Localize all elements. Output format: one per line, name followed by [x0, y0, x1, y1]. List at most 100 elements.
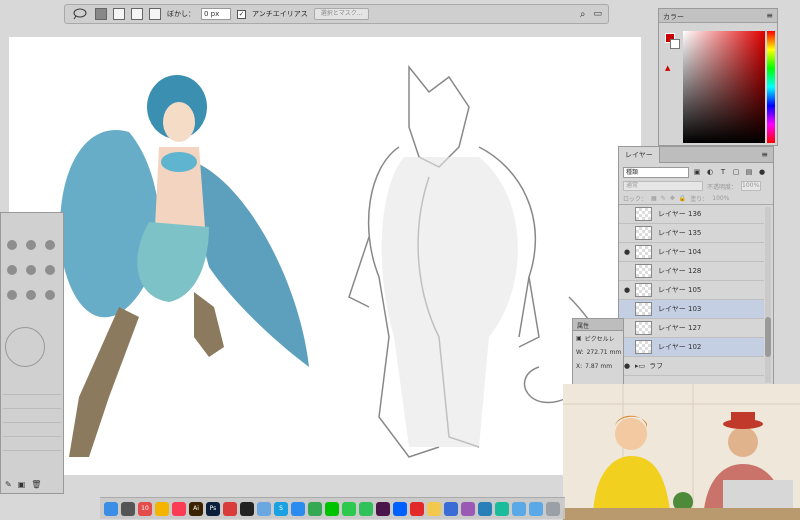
- visibility-icon[interactable]: [619, 205, 635, 224]
- blend-mode-select[interactable]: 通常: [623, 181, 703, 191]
- layer-name: ラフ: [649, 362, 664, 370]
- lock-all-icon[interactable]: 🔒: [679, 195, 686, 202]
- notes-icon[interactable]: [427, 501, 441, 516]
- vpn-icon[interactable]: [444, 501, 458, 516]
- add-selection-icon[interactable]: [113, 8, 125, 20]
- filter-toggle-icon[interactable]: ●: [757, 168, 767, 176]
- facetime-icon[interactable]: [359, 501, 373, 516]
- visibility-icon[interactable]: [619, 300, 635, 319]
- hue-slider[interactable]: [767, 31, 775, 143]
- color-panel: カラー ≡ ▲: [658, 8, 778, 146]
- folder2-icon[interactable]: [529, 501, 543, 516]
- slack-icon[interactable]: [376, 501, 390, 516]
- photoshop-icon[interactable]: Ps: [206, 501, 220, 516]
- dropbox-icon[interactable]: [393, 501, 407, 516]
- delete-brush-icon[interactable]: 🗑: [31, 480, 41, 489]
- color-panel-title: カラー: [663, 13, 684, 21]
- photos-icon[interactable]: [155, 501, 169, 516]
- webcam-overlay: [563, 384, 800, 520]
- layer-row[interactable]: レイヤー 136: [619, 205, 764, 224]
- layer-list: レイヤー 136 レイヤー 135 ● レイヤー 104 レイヤー 128 ● …: [619, 205, 764, 376]
- antialias-checkbox[interactable]: ✓: [237, 9, 246, 19]
- lasso-tool-icon[interactable]: [71, 7, 89, 21]
- workspace-icon[interactable]: ▭: [593, 9, 602, 19]
- trash-icon[interactable]: [546, 501, 560, 516]
- fill-input[interactable]: 100%: [712, 195, 729, 202]
- layer-filter-select[interactable]: 種類: [623, 166, 689, 178]
- chrome-icon[interactable]: [308, 501, 322, 516]
- search-icon[interactable]: ⌕: [580, 9, 586, 20]
- filter-shape-icon[interactable]: ▢: [731, 168, 741, 176]
- color-picker-field[interactable]: [683, 31, 765, 143]
- illustrator-icon[interactable]: Ai: [189, 501, 203, 516]
- lock-position-icon[interactable]: ✥: [670, 195, 675, 202]
- x-input[interactable]: 7.87 mm: [585, 363, 612, 370]
- layer-row[interactable]: ● レイヤー 105: [619, 281, 764, 300]
- filter-adjust-icon[interactable]: ◐: [705, 168, 715, 176]
- messages-icon[interactable]: [342, 501, 356, 516]
- background-color-swatch[interactable]: [670, 39, 680, 49]
- feather-input[interactable]: 0 px: [201, 8, 231, 20]
- visibility-icon[interactable]: [619, 224, 635, 243]
- brush-preset-grid[interactable]: [5, 235, 57, 305]
- properties-title: 属性: [577, 323, 590, 330]
- visibility-icon[interactable]: [619, 262, 635, 281]
- music-icon[interactable]: [172, 501, 186, 516]
- panel-menu-icon[interactable]: ≡: [766, 11, 773, 20]
- launchpad-icon[interactable]: [121, 501, 135, 516]
- antialias-label: アンチエイリアス: [252, 10, 308, 18]
- lock-transparent-icon[interactable]: ▦: [651, 195, 657, 202]
- layer-name: レイヤー 104: [658, 248, 702, 256]
- layer-thumbnail: [635, 321, 652, 335]
- filter-smart-icon[interactable]: ▤: [744, 168, 754, 176]
- fill-label: 塗り：: [690, 196, 709, 203]
- finder-icon[interactable]: [104, 501, 118, 516]
- layer-thumbnail: [635, 302, 652, 316]
- layer-row[interactable]: レイヤー 127: [619, 319, 764, 338]
- visibility-eye-icon[interactable]: ●: [619, 281, 635, 300]
- new-brush-icon[interactable]: ▣: [18, 480, 26, 489]
- tab-layers[interactable]: レイヤー: [619, 147, 660, 163]
- layer-row[interactable]: ● レイヤー 104: [619, 243, 764, 262]
- folder-icon[interactable]: [512, 501, 526, 516]
- brush-angle-control[interactable]: [5, 327, 45, 367]
- layer-row[interactable]: レイヤー 103: [619, 300, 764, 319]
- layer-name: レイヤー 135: [658, 229, 702, 237]
- layer-name: レイヤー 127: [658, 324, 702, 332]
- select-and-mask-button[interactable]: 選択とマスク...: [313, 8, 370, 20]
- layers-scrollbar[interactable]: [765, 207, 771, 383]
- properties-kind: ピクセルレ: [584, 335, 615, 343]
- game-icon[interactable]: [461, 501, 475, 516]
- subtract-selection-icon[interactable]: [131, 8, 143, 20]
- visibility-eye-icon[interactable]: ●: [619, 243, 635, 262]
- skype-icon[interactable]: S: [274, 501, 288, 516]
- layer-row[interactable]: レイヤー 135: [619, 224, 764, 243]
- opacity-input[interactable]: 100%: [741, 181, 762, 191]
- opera-icon[interactable]: [410, 501, 424, 516]
- filter-type-icon[interactable]: T: [718, 168, 728, 176]
- layer-row[interactable]: レイヤー 128: [619, 262, 764, 281]
- gamut-warning-icon: ▲: [665, 64, 671, 72]
- lock-label: ロック：: [623, 196, 648, 203]
- terminal-icon[interactable]: [240, 501, 254, 516]
- macos-dock: 10 Ai Ps S: [100, 497, 565, 519]
- layer-row[interactable]: レイヤー 102: [619, 338, 764, 357]
- pixel-layer-icon: ▣: [576, 334, 582, 342]
- intersect-selection-icon[interactable]: [149, 8, 161, 20]
- calendar-icon[interactable]: 10: [138, 501, 152, 516]
- appstore-icon[interactable]: [291, 501, 305, 516]
- app-icon[interactable]: [223, 501, 237, 516]
- new-selection-icon[interactable]: [95, 8, 107, 20]
- panel-menu-icon[interactable]: ≡: [761, 150, 768, 159]
- app2-icon[interactable]: [478, 501, 492, 516]
- width-input[interactable]: 272.71 mm: [587, 349, 622, 356]
- document-canvas[interactable]: [9, 37, 641, 475]
- line-icon[interactable]: [325, 501, 339, 516]
- brush-options-icon[interactable]: ✎: [5, 480, 12, 489]
- filter-pixel-icon[interactable]: ▣: [692, 168, 702, 176]
- app3-icon[interactable]: [495, 501, 509, 516]
- preview-icon[interactable]: [257, 501, 271, 516]
- scrollbar-thumb[interactable]: [765, 317, 771, 357]
- lock-pixels-icon[interactable]: ✎: [661, 195, 666, 202]
- layer-group-row[interactable]: ● ▸▭ ラフ: [619, 357, 764, 376]
